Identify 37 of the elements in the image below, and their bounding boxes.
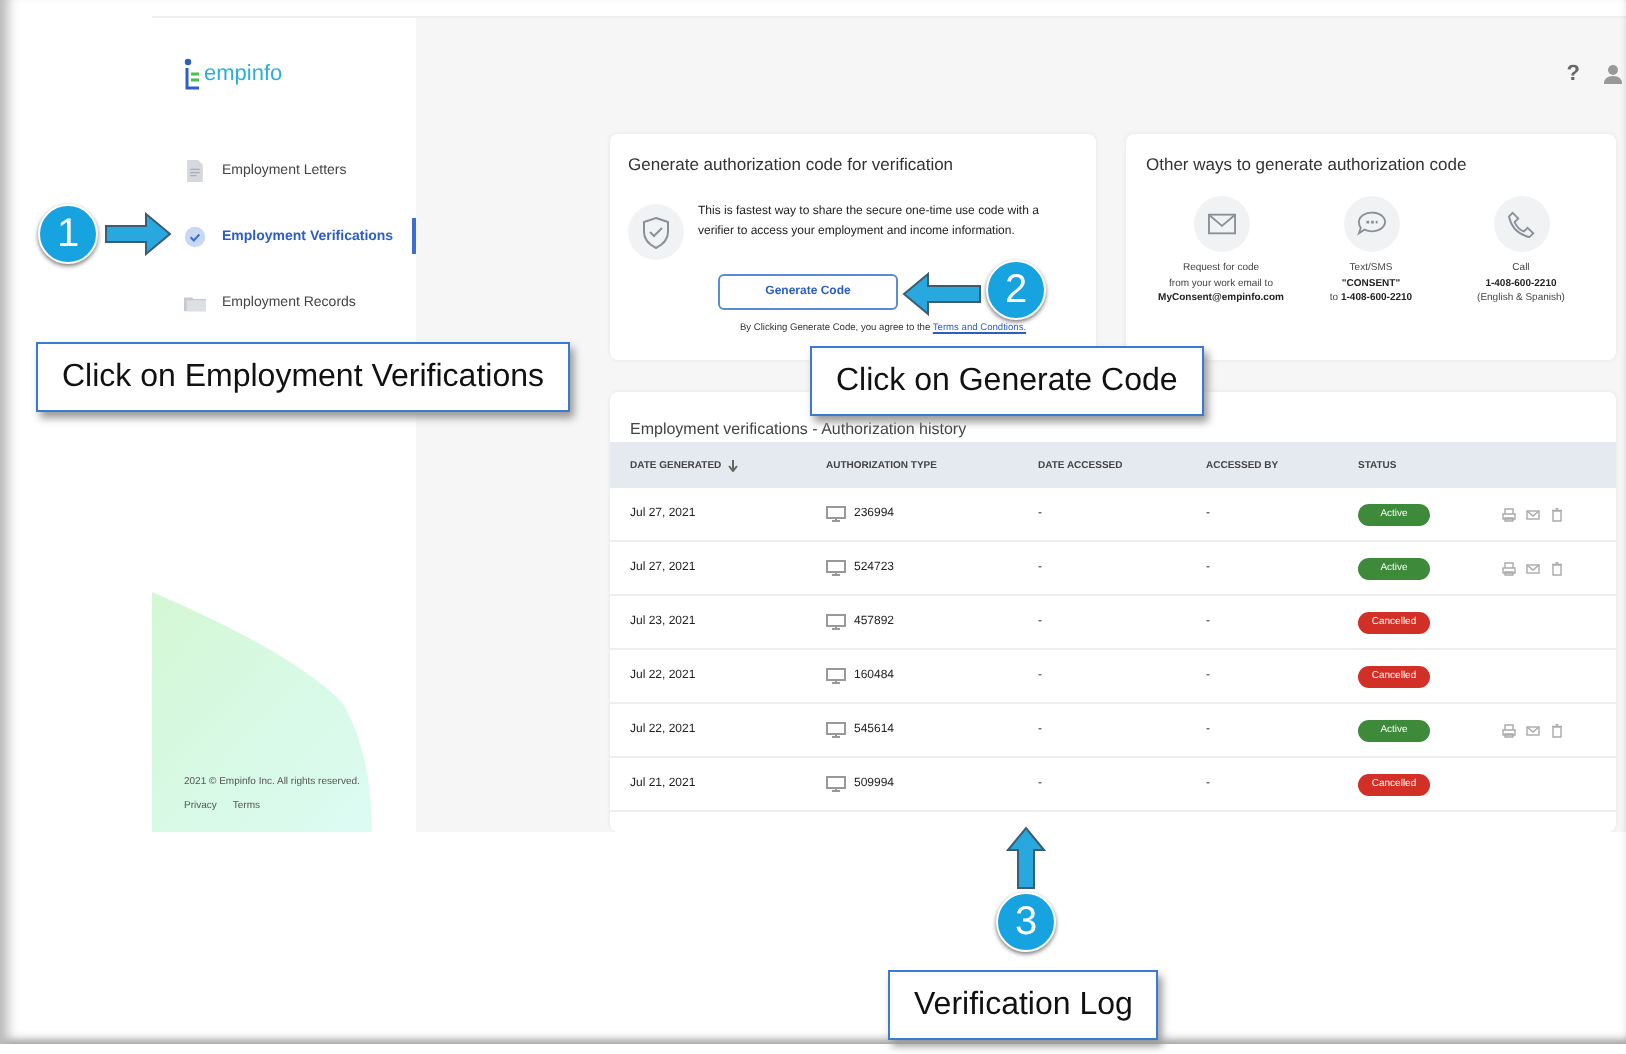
right-arrow-drawing (104, 212, 172, 256)
print-icon[interactable] (1502, 561, 1516, 575)
chat-bubble-icon (1343, 196, 1399, 252)
monitor-icon (826, 776, 846, 792)
callout-label: Verification Log (888, 970, 1159, 1040)
monitor-icon (826, 668, 846, 684)
user-icon[interactable] (1604, 64, 1622, 84)
mail-icon[interactable] (1526, 723, 1540, 737)
monitor-icon (826, 614, 846, 630)
mail-icon (1193, 196, 1249, 252)
trash-icon[interactable] (1550, 561, 1564, 575)
print-icon[interactable] (1502, 507, 1516, 521)
document-icon (184, 159, 206, 181)
phone-icon (1493, 196, 1549, 252)
check-circle-icon (184, 225, 206, 247)
left-arrow-drawing (902, 272, 982, 316)
help-button[interactable]: ? (1566, 62, 1580, 86)
logo-icon (184, 58, 202, 90)
shield-check-icon (628, 204, 684, 260)
print-icon[interactable] (1502, 723, 1516, 737)
callout-label: Click on Employment Verifications (36, 342, 570, 412)
card-title: Other ways to generate authorization code (1146, 154, 1469, 174)
callout-label: Click on Generate Code (810, 346, 1204, 416)
mail-icon[interactable] (1526, 507, 1540, 521)
monitor-icon (826, 560, 846, 576)
card-title: Generate authorization code for verification (628, 154, 956, 174)
card-title: Employment verifications - Authorization history (628, 418, 969, 442)
step-number-badge: 3 (996, 892, 1056, 952)
monitor-icon (826, 722, 846, 738)
mail-icon[interactable] (1526, 561, 1540, 575)
step-number-badge: 1 (38, 204, 98, 264)
trash-icon[interactable] (1550, 507, 1564, 521)
monitor-icon (826, 506, 846, 522)
logo-text: empinfo (204, 62, 283, 86)
trash-icon[interactable] (1550, 723, 1564, 737)
up-arrow-drawing (1006, 826, 1046, 890)
sort-arrow-icon[interactable] (727, 459, 738, 471)
